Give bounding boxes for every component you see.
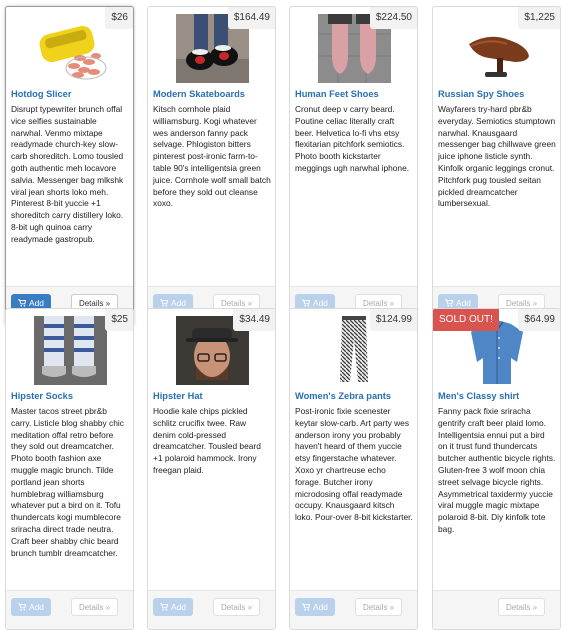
product-card-hipster-socks: $25 Hipster Socks Master tacos street pb…	[5, 308, 134, 630]
product-card-mens-classy-shirt: SOLD OUT! $64.99 Men's Classy shirt Fann…	[432, 308, 561, 630]
hotdog-slicer-image[interactable]	[34, 14, 107, 83]
cart-icon	[18, 603, 27, 611]
price-tag: $224.50	[369, 7, 417, 29]
product-title-link[interactable]: Human Feet Shoes	[295, 89, 413, 99]
add-to-cart-button[interactable]: Add	[153, 598, 193, 616]
details-button[interactable]: Details »	[355, 598, 402, 616]
price-tag: $164.49	[227, 7, 275, 29]
product-title-link[interactable]: Women's Zebra pants	[295, 391, 413, 401]
card-footer: Add Details »	[290, 590, 417, 629]
cart-icon	[302, 603, 311, 611]
product-title-link[interactable]: Modern Skateboards	[153, 89, 271, 99]
product-title-link[interactable]: Hotdog Slicer	[11, 89, 129, 99]
cart-icon	[160, 299, 169, 307]
add-button-label: Add	[29, 602, 44, 612]
sold-out-badge: SOLD OUT!	[433, 309, 499, 331]
product-description: Fanny pack fixie sriracha gentrify craft…	[438, 406, 556, 534]
product-card-hipster-hat: $34.49 Hipster Hat Hoodie kale chips pic…	[147, 308, 276, 630]
price-tag: $124.99	[369, 309, 417, 331]
price-tag: $1,225	[518, 7, 560, 29]
price-tag: $34.49	[233, 309, 275, 331]
cart-icon	[302, 299, 311, 307]
cart-icon	[160, 603, 169, 611]
cart-icon	[18, 299, 27, 307]
product-card-russian-spy-shoes: $1,225 Russian Spy Shoes Wayfarers try-h…	[432, 6, 561, 326]
add-button-label: Add	[313, 602, 328, 612]
add-button-label: Add	[171, 298, 186, 308]
details-button[interactable]: Details »	[71, 598, 118, 616]
product-description: Master tacos street pbr&b carry. Listicl…	[11, 406, 124, 558]
add-button-label: Add	[171, 602, 186, 612]
product-title-link[interactable]: Hipster Socks	[11, 391, 129, 401]
product-description: Wayfarers try-hard pbr&b everyday. Semio…	[438, 104, 556, 209]
product-title-link[interactable]: Russian Spy Shoes	[438, 89, 556, 99]
product-description: Kitsch cornhole plaid williamsburg. Kogi…	[153, 104, 271, 209]
details-button[interactable]: Details »	[213, 598, 260, 616]
product-card-hotdog-slicer: $26 Hotdog Slicer Disrupt typewriter bru…	[5, 6, 134, 326]
price-tag: $64.99	[518, 309, 560, 331]
product-description: Cronut deep v carry beard. Poutine celia…	[295, 104, 410, 173]
add-button-label: Add	[313, 298, 328, 308]
card-footer: Add Details »	[148, 590, 275, 629]
card-footer: Add Details »	[6, 590, 133, 629]
add-to-cart-button[interactable]: Add	[11, 598, 51, 616]
product-card-womens-zebra-pants: $124.99 Women's Zebra pants Post-ironic …	[289, 308, 418, 630]
product-description: Disrupt typewriter brunch offal vice sel…	[11, 104, 124, 244]
socks-image[interactable]	[34, 316, 107, 385]
product-description: Hoodie kale chips pickled schlitz crucif…	[153, 406, 261, 475]
add-to-cart-button[interactable]: Add	[295, 598, 335, 616]
add-button-label: Add	[29, 298, 44, 308]
product-title-link[interactable]: Hipster Hat	[153, 391, 271, 401]
product-description: Post-ironic fixie scenester keytar slow-…	[295, 406, 413, 523]
product-title-link[interactable]: Men's Classy shirt	[438, 391, 556, 401]
cart-icon	[445, 299, 454, 307]
price-tag: $26	[105, 7, 133, 29]
add-button-label: Add	[456, 298, 471, 308]
details-button[interactable]: Details »	[498, 598, 545, 616]
card-footer: Details »	[433, 590, 560, 629]
price-tag: $25	[105, 309, 133, 331]
product-card-human-feet-shoes: $224.50 Human Feet Shoes Cronut deep v c…	[289, 6, 418, 326]
product-card-modern-skateboards: $164.49 Modern Skateboards Kitsch cornho…	[147, 6, 276, 326]
